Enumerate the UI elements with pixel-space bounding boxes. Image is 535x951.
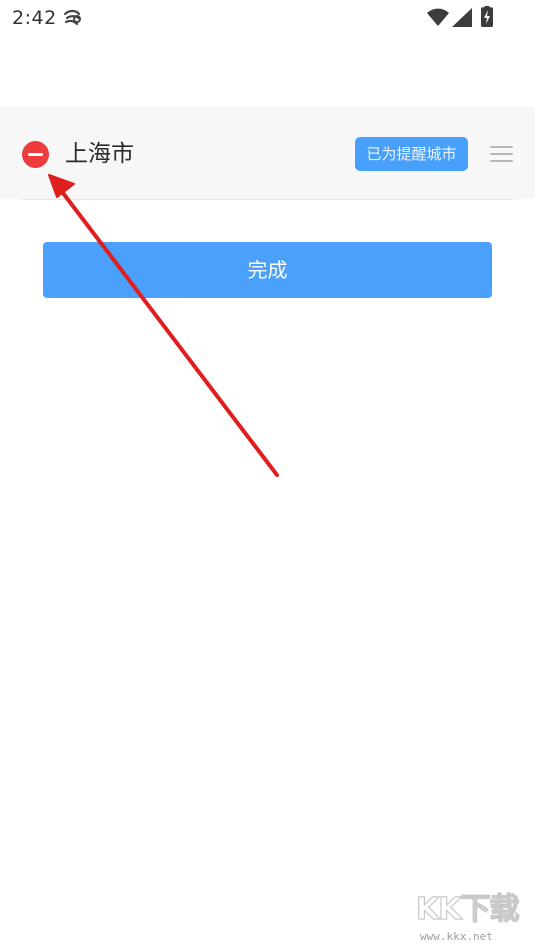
watermark-logo: KK下载 — [415, 891, 520, 927]
minus-circle-icon — [28, 153, 43, 156]
city-name: 上海市 — [65, 141, 134, 167]
list-divider — [22, 199, 513, 200]
cell-signal-icon — [452, 8, 472, 27]
status-bar: 2:42 — [0, 0, 535, 38]
status-time: 2:42 — [12, 7, 57, 29]
drag-handle-icon[interactable] — [490, 146, 513, 162]
watermark: KK下载 www.kkx.net — [415, 891, 528, 946]
done-button[interactable]: 完成 — [43, 242, 492, 298]
watermark-url: www.kkx.net — [420, 930, 493, 943]
delete-city-button[interactable] — [22, 141, 49, 168]
notification-icon — [63, 9, 82, 26]
city-management-screen: 2:42 上海市 已为提醒城市 完成 KK下载 www.kkx.net — [0, 0, 535, 951]
wifi-icon — [427, 8, 449, 26]
remind-city-badge: 已为提醒城市 — [355, 137, 468, 171]
battery-charging-icon — [481, 6, 493, 27]
